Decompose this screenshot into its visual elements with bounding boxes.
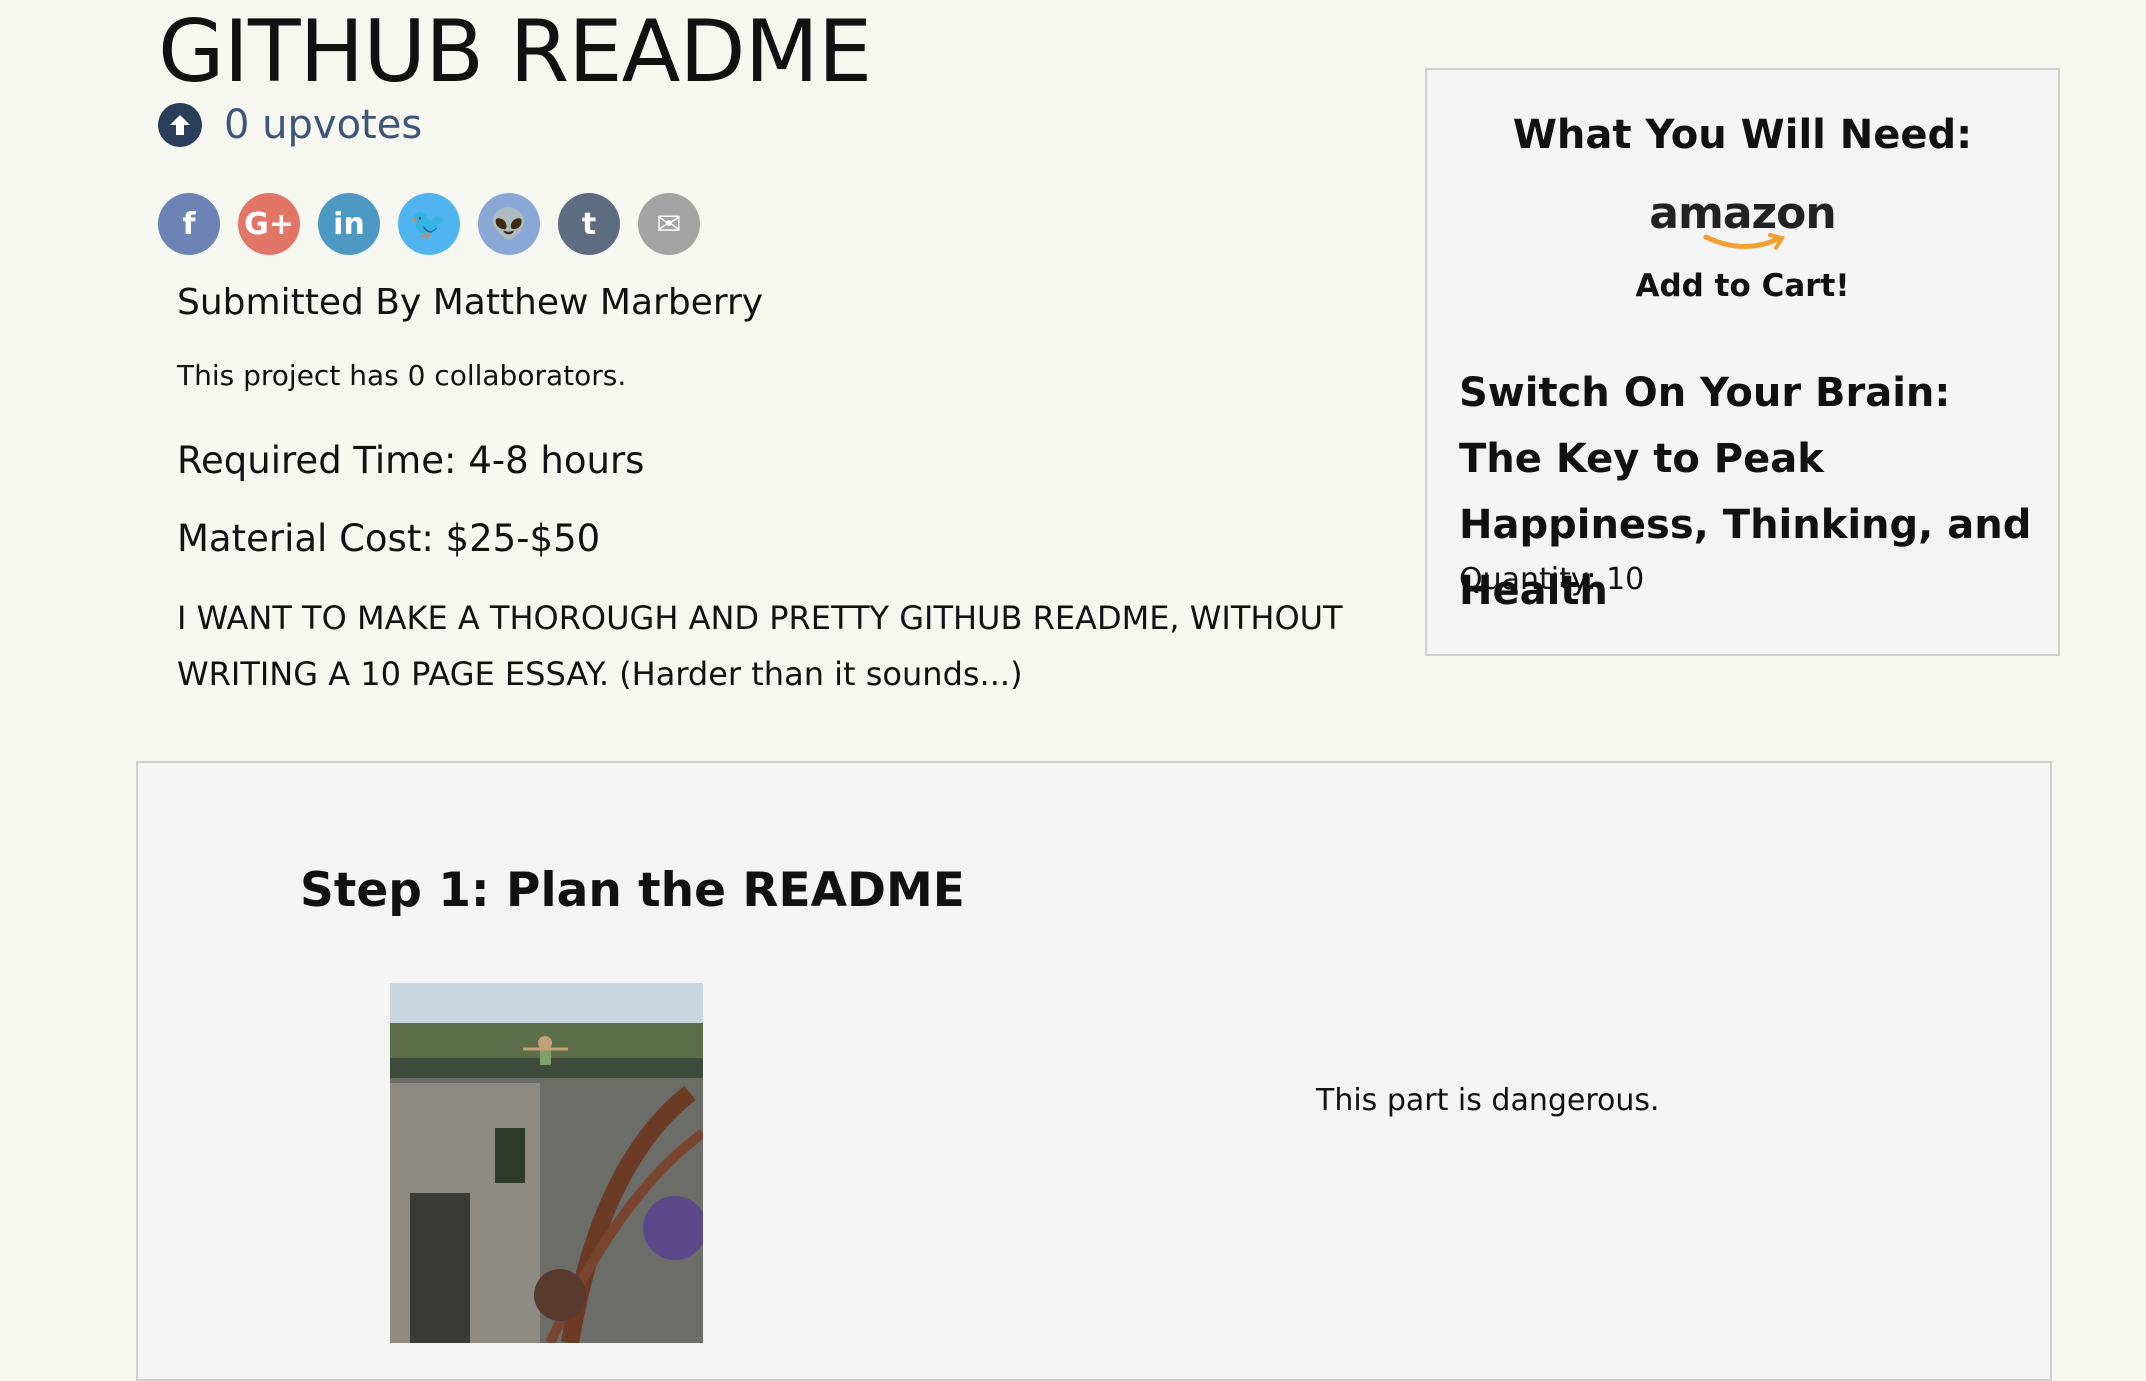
step-photo[interactable] bbox=[390, 983, 703, 1343]
google-plus-icon[interactable]: G+ bbox=[238, 193, 300, 255]
step-title: Step 1: Plan the README bbox=[300, 863, 965, 918]
needs-panel: What You Will Need: amazon Add to Cart! … bbox=[1425, 68, 2060, 656]
add-to-cart-link[interactable]: Add to Cart! bbox=[1427, 268, 2058, 304]
step-warning: This part is dangerous. bbox=[1316, 1083, 1660, 1118]
page-title: GITHUB README bbox=[158, 2, 872, 102]
email-icon[interactable]: ✉ bbox=[638, 193, 700, 255]
project-description: I WANT TO MAKE A THOROUGH AND PRETTY GIT… bbox=[177, 599, 1343, 693]
needs-heading: What You Will Need: bbox=[1512, 112, 1973, 158]
submitted-by: Submitted By Matthew Marberry bbox=[177, 282, 764, 323]
facebook-icon[interactable]: f bbox=[158, 193, 220, 255]
required-time: Required Time: 4-8 hours bbox=[177, 439, 645, 482]
material-cost: Material Cost: $25-$50 bbox=[177, 517, 601, 560]
social-share-bar: f G+ in 🐦 👽 t ✉ bbox=[158, 193, 700, 255]
upvote-arrow-icon[interactable] bbox=[158, 103, 202, 147]
upvote-widget: 0 upvotes bbox=[158, 102, 422, 148]
step-card: Step 1: Plan the README This part is dan… bbox=[136, 761, 2052, 1381]
linkedin-icon[interactable]: in bbox=[318, 193, 380, 255]
tumblr-icon[interactable]: t bbox=[558, 193, 620, 255]
twitter-icon[interactable]: 🐦 bbox=[398, 193, 460, 255]
amazon-logo[interactable]: amazon bbox=[1427, 188, 2058, 253]
collaborators-text: This project has 0 collaborators. bbox=[177, 359, 627, 392]
item-quantity: Quantity: 10 bbox=[1459, 562, 1645, 597]
amazon-wordmark: amazon bbox=[1649, 188, 1836, 239]
reddit-icon[interactable]: 👽 bbox=[478, 193, 540, 255]
upvote-count: 0 upvotes bbox=[224, 102, 423, 148]
